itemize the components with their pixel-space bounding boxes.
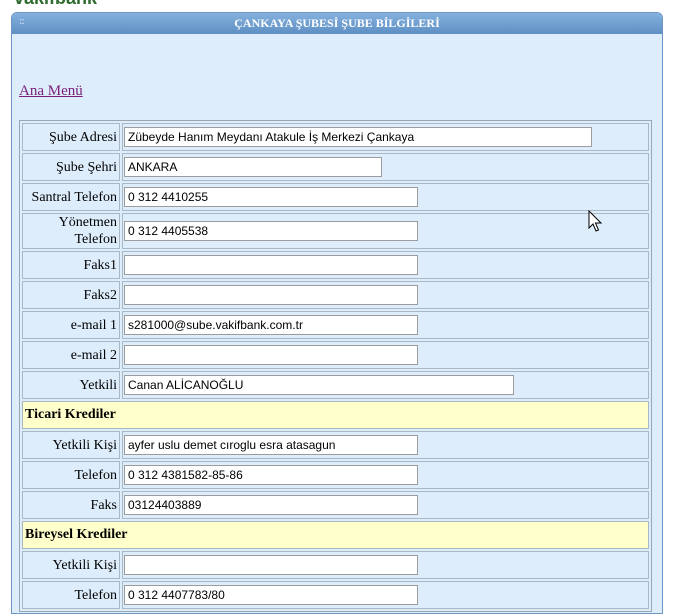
commercial-phone-field[interactable]: 0 312 4381582-85-86	[124, 465, 418, 485]
authorized-person-field[interactable]: Canan ALİCANOĞLU	[124, 375, 514, 395]
table-row: Şube Şehri ANKARA	[22, 153, 649, 181]
field-label: Şube Şehri	[22, 153, 120, 181]
table-row: Faks1	[22, 251, 649, 279]
table-row: e-mail 1 s281000@sube.vakifbank.com.tr	[22, 311, 649, 339]
commercial-contact-field[interactable]: ayfer uslu demet cıroglu esra atasagun	[124, 435, 418, 455]
table-row: Yönetmen Telefon 0 312 4405538	[22, 213, 649, 249]
email2-field[interactable]	[124, 345, 418, 365]
fax1-field[interactable]	[124, 255, 418, 275]
table-row: Telefon 0 312 4381582-85-86	[22, 461, 649, 489]
main-menu-link[interactable]: Ana Menü	[19, 83, 83, 100]
table-row: Şube Adresi Zübeyde Hanım Meydanı Atakul…	[22, 123, 649, 151]
table-row: Faks2	[22, 281, 649, 309]
field-label: e-mail 1	[22, 311, 120, 339]
manager-phone-field[interactable]: 0 312 4405538	[124, 221, 418, 241]
fax2-field[interactable]	[124, 285, 418, 305]
table-row: Yetkili Kişi ayfer uslu demet cıroglu es…	[22, 431, 649, 459]
field-label: Yönetmen Telefon	[22, 213, 120, 249]
field-label: Faks	[22, 491, 120, 519]
field-label: Santral Telefon	[22, 183, 120, 211]
field-label: Telefon	[22, 581, 120, 609]
email1-field[interactable]: s281000@sube.vakifbank.com.tr	[124, 315, 418, 335]
mouse-pointer-icon	[588, 210, 603, 232]
retail-contact-field[interactable]	[124, 555, 418, 575]
branch-address-field[interactable]: Zübeyde Hanım Meydanı Atakule İş Merkezi…	[124, 127, 592, 147]
table-row: Telefon 0 312 4407783/80	[22, 581, 649, 609]
grip-icon[interactable]: ::	[19, 16, 25, 27]
section-row: Bireysel Krediler	[22, 521, 649, 549]
field-label: Şube Adresi	[22, 123, 120, 151]
branch-city-field[interactable]: ANKARA	[124, 157, 382, 177]
section-heading-retail: Bireysel Krediler	[22, 521, 649, 549]
branch-info-table: Şube Adresi Zübeyde Hanım Meydanı Atakul…	[19, 120, 652, 612]
field-label: Faks2	[22, 281, 120, 309]
field-label: Yetkili Kişi	[22, 551, 120, 579]
retail-phone-field[interactable]: 0 312 4407783/80	[124, 585, 418, 605]
section-row: Ticari Krediler	[22, 401, 649, 429]
field-label: Yetkili Kişi	[22, 431, 120, 459]
field-label: e-mail 2	[22, 341, 120, 369]
switchboard-phone-field[interactable]: 0 312 4410255	[124, 187, 418, 207]
table-row: Yetkili Kişi	[22, 551, 649, 579]
panel-header: :: ÇANKAYA ŞUBESİ ŞUBE BİLGİLERİ	[12, 13, 662, 34]
commercial-fax-field[interactable]: 03124403889	[124, 495, 418, 515]
table-row: Santral Telefon 0 312 4410255	[22, 183, 649, 211]
field-label: Yetkili	[22, 371, 120, 399]
table-row: e-mail 2	[22, 341, 649, 369]
branch-info-panel: :: ÇANKAYA ŞUBESİ ŞUBE BİLGİLERİ Ana Men…	[11, 12, 663, 614]
panel-title: ÇANKAYA ŞUBESİ ŞUBE BİLGİLERİ	[234, 16, 440, 30]
table-row: Yetkili Canan ALİCANOĞLU	[22, 371, 649, 399]
table-row: Faks 03124403889	[22, 491, 649, 519]
field-label: Faks1	[22, 251, 120, 279]
section-heading-commercial: Ticari Krediler	[22, 401, 649, 429]
field-label: Telefon	[22, 461, 120, 489]
logo: vakifbank	[14, 0, 174, 6]
